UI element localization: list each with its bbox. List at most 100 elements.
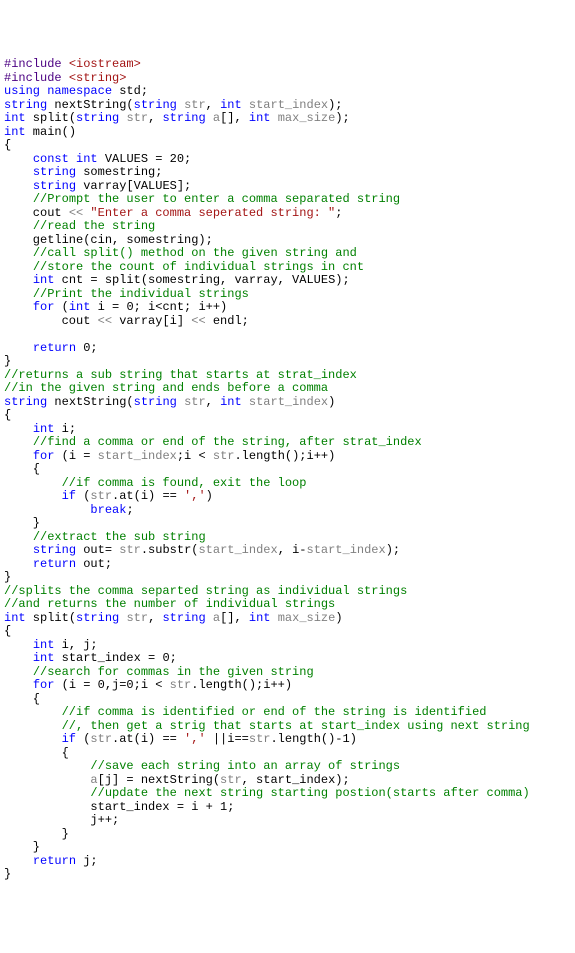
code-line: string out= str.substr(start_index, i-st… — [4, 544, 575, 558]
code-line: int main() — [4, 126, 575, 140]
code-token: ) — [206, 489, 213, 503]
code-token — [206, 111, 213, 125]
code-token: str — [249, 732, 271, 746]
code-token: string — [162, 611, 205, 625]
code-token: i, j; — [54, 638, 97, 652]
code-token: start_index — [98, 449, 177, 463]
code-token: .at(i) == — [112, 732, 184, 746]
code-token: , — [148, 111, 162, 125]
code-token: string — [134, 98, 177, 112]
code-token: #include — [4, 71, 69, 85]
code-token: ( — [76, 732, 90, 746]
code-token: if — [62, 732, 76, 746]
code-token: for — [33, 449, 55, 463]
code-token: int — [33, 273, 55, 287]
code-line: { — [4, 693, 575, 707]
code-line: for (i = start_index;i < str.length();i+… — [4, 450, 575, 464]
code-line: { — [4, 625, 575, 639]
code-token: .length()-1) — [270, 732, 356, 746]
code-line — [4, 328, 575, 342]
code-token: //read the string — [33, 219, 155, 233]
code-token — [4, 719, 62, 733]
code-token: getline(cin, somestring); — [4, 233, 213, 247]
code-token: str — [90, 732, 112, 746]
code-token: //if comma is found, exit the loop — [62, 476, 307, 490]
code-line: //and returns the number of individual s… — [4, 598, 575, 612]
code-token: str — [126, 611, 148, 625]
code-line: int split(string str, string a[], int ma… — [4, 612, 575, 626]
code-token: } — [4, 516, 40, 530]
code-token: int — [249, 111, 271, 125]
code-line: getline(cin, somestring); — [4, 234, 575, 248]
code-line: //call split() method on the given strin… — [4, 247, 575, 261]
code-token: str — [184, 98, 206, 112]
code-token: //save each string into an array of stri… — [90, 759, 400, 773]
code-token: string — [76, 611, 119, 625]
code-token — [4, 557, 33, 571]
code-token — [4, 341, 33, 355]
code-line: //store the count of individual strings … — [4, 261, 575, 275]
code-line: //search for commas in the given string — [4, 666, 575, 680]
code-token: str — [213, 449, 235, 463]
code-token: a — [90, 773, 97, 787]
code-line: //update the next string starting postio… — [4, 787, 575, 801]
code-token: string — [4, 395, 47, 409]
code-token: return — [33, 341, 76, 355]
code-line: } — [4, 868, 575, 882]
code-token: int — [220, 98, 242, 112]
code-token: split( — [26, 111, 76, 125]
code-token — [4, 273, 33, 287]
code-line: //if comma is found, exit the loop — [4, 477, 575, 491]
code-token: << — [191, 314, 205, 328]
code-token — [4, 165, 33, 179]
code-token — [4, 489, 62, 503]
code-token: return — [33, 557, 76, 571]
code-line: //splits the comma separted string as in… — [4, 585, 575, 599]
code-token — [271, 111, 278, 125]
code-token: } — [4, 867, 11, 881]
code-token — [4, 192, 33, 206]
code-token — [4, 422, 33, 436]
code-token: //find a comma or end of the string, aft… — [33, 435, 422, 449]
code-token: , — [148, 611, 162, 625]
code-token: ) — [335, 611, 342, 625]
code-token: start_index = 0; — [54, 651, 176, 665]
code-token: int — [69, 300, 91, 314]
code-line: //if comma is identified or end of the s… — [4, 706, 575, 720]
code-line: } — [4, 571, 575, 585]
code-token: ); — [386, 543, 400, 557]
code-token: varray[VALUES]; — [76, 179, 191, 193]
code-token: str — [119, 543, 141, 557]
code-token: str — [184, 395, 206, 409]
code-token: { — [4, 138, 11, 152]
code-token: int — [76, 152, 98, 166]
code-token: (i = — [54, 449, 97, 463]
code-token: i = 0; i<cnt; i++) — [90, 300, 227, 314]
code-token: j; — [76, 854, 98, 868]
code-line: } — [4, 828, 575, 842]
code-token: max_size — [278, 111, 336, 125]
code-line: //returns a sub string that starts at st… — [4, 369, 575, 383]
code-token: cnt = split(somestring, varray, VALUES); — [54, 273, 349, 287]
code-token: string — [134, 395, 177, 409]
code-token: cout — [4, 206, 69, 220]
code-token: out; — [76, 557, 112, 571]
code-line: int cnt = split(somestring, varray, VALU… — [4, 274, 575, 288]
code-line: j++; — [4, 814, 575, 828]
code-line: start_index = i + 1; — [4, 801, 575, 815]
code-line: { — [4, 139, 575, 153]
code-token: [], — [220, 111, 249, 125]
code-token — [242, 395, 249, 409]
code-token: start_index — [249, 98, 328, 112]
code-token: .at(i) == — [112, 489, 184, 503]
code-token: ( — [54, 300, 68, 314]
code-token — [4, 530, 33, 544]
code-token: { — [4, 692, 40, 706]
code-line: if (str.at(i) == ',') — [4, 490, 575, 504]
code-token: //Print the individual strings — [33, 287, 249, 301]
code-line: //extract the sub string — [4, 531, 575, 545]
code-token: string — [33, 543, 76, 557]
code-token — [4, 678, 33, 692]
code-token — [177, 98, 184, 112]
code-line: string nextString(string str, int start_… — [4, 99, 575, 113]
